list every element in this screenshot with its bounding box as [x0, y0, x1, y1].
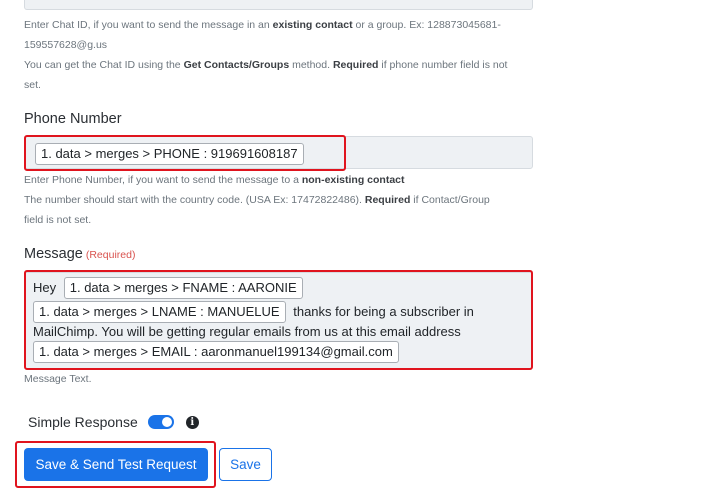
message-text-thanks: thanks for being a subscriber in: [293, 304, 474, 319]
simple-response-toggle[interactable]: [147, 415, 174, 429]
form-panel: Enter Chat ID, if you want to send the m…: [0, 0, 546, 500]
lname-merge-pill[interactable]: 1. data > merges > LNAME : MANUELUE: [33, 301, 286, 323]
message-content[interactable]: Hey 1. data > merges > FNAME : AARONIE 1…: [33, 277, 528, 365]
message-help: Message Text.: [24, 373, 92, 385]
message-text-line3: MailChimp. You will be getting regular e…: [33, 324, 461, 339]
phone-merge-pill[interactable]: 1. data > merges > PHONE : 919691608187: [35, 143, 304, 165]
phone-help: Enter Phone Number, if you want to send …: [24, 174, 490, 226]
save-button[interactable]: Save: [219, 448, 272, 481]
message-text-hey: Hey: [33, 280, 57, 295]
phone-number-label: Phone Number: [24, 111, 122, 127]
simple-response-label: Simple Response: [28, 414, 138, 430]
message-label: Message (Required): [24, 246, 136, 262]
chat-id-input[interactable]: [24, 0, 533, 10]
fname-merge-pill[interactable]: 1. data > merges > FNAME : AARONIE: [63, 277, 303, 299]
simple-response-row: Simple Response i: [28, 412, 199, 432]
info-circle-icon[interactable]: i: [185, 415, 199, 429]
required-badge: (Required): [85, 249, 136, 261]
save-and-send-test-request-button[interactable]: Save & Send Test Request: [24, 448, 208, 481]
chat-id-help: Enter Chat ID, if you want to send the m…: [24, 19, 508, 91]
email-merge-pill[interactable]: 1. data > merges > EMAIL : aaronmanuel19…: [33, 341, 399, 363]
